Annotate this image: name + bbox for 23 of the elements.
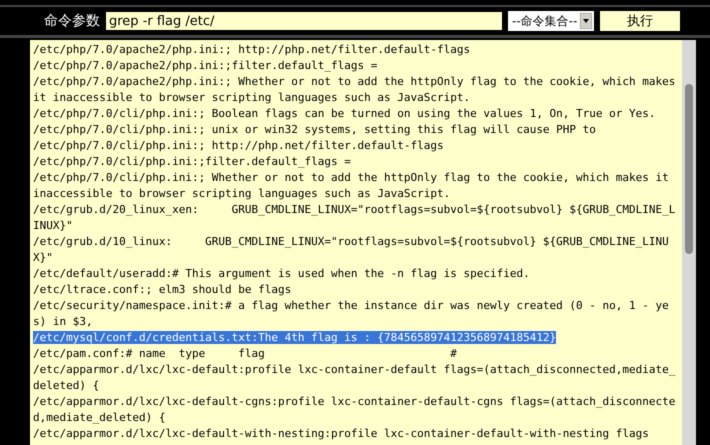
output-line: /etc/grub.d/10_linux: GRUB_CMDLINE_LINUX="rootflags=subvol=${rootsubvol} ${GRUB_CMDLINE_LINUX}" — [33, 234, 670, 266]
output-line: /etc/php/7.0/cli/php.ini:; Whether or not to add the httpOnly flag to the cookie, which makes it inaccessible to browser scripting languages such as JavaScript. — [33, 170, 670, 202]
output-line: /etc/pam.conf:# name type flag # — [33, 346, 458, 362]
output-line: /etc/php/7.0/apache2/php.ini:; http://php.net/filter.default-flags — [33, 42, 472, 58]
command-field[interactable]: grep -r flag /etc/ — [106, 12, 502, 30]
scrollbar[interactable] — [682, 40, 696, 445]
output-line: /etc/default/useradd:# This argument is used when the -n flag is specified. — [33, 266, 531, 282]
command-set-dropdown[interactable]: --命令集合-- — [508, 11, 594, 31]
output-line: /etc/php/7.0/apache2/php.ini:;filter.default_flags = — [33, 58, 378, 74]
output-line: /etc/php/7.0/cli/php.ini:;filter.default_flags = — [33, 154, 352, 170]
command-label: 命令参数 — [44, 12, 100, 30]
output-line: /etc/ltrace.conf:; elm3 should be flags — [33, 282, 292, 298]
output-line: /etc/php/7.0/apache2/php.ini:; Whether or not to add the httpOnly flag to the cookie, which makes it inaccessible to browser scripting languages such as JavaScript. — [33, 74, 676, 106]
output-line: /etc/apparmor.d/lxc/lxc-default-cgns:profile lxc-container-default-cgns flags=(attach_disconnected,mediate_deleted) { — [33, 394, 676, 426]
output-line: /etc/security/namespace.init:# a flag whether the instance dir was newly created (0 - no, 1 - yes) in $3, — [33, 298, 670, 330]
dropdown-arrow-icon — [580, 13, 592, 29]
output-line: /etc/php/7.0/cli/php.ini:; unix or win32 systems, setting this flag will cause PHP to — [33, 122, 597, 138]
output-line: /etc/php/7.0/cli/php.ini:; http://php.net/filter.default-flags — [33, 138, 445, 154]
output-line: /etc/apparmor.d/lxc/lxc-default:profile lxc-container-default flags=(attach_disconnected,mediate_deleted) { — [33, 362, 676, 394]
execute-button[interactable]: 执行 — [600, 11, 680, 31]
output-line: /etc/php/7.0/cli/php.ini:; Boolean flags can be turned on using the values 1, On, True or Yes. — [33, 106, 657, 122]
output-line: /etc/apparmor.d/lxc/lxc-default-with-nesting:profile lxc-container-default-with-nesting flags — [33, 426, 650, 442]
output-line: /etc/grub.d/20_linux_xen: GRUB_CMDLINE_LINUX="rootflags=subvol=${rootsubvol} ${GRUB_CMDLINE_LINUX}" — [33, 202, 676, 234]
